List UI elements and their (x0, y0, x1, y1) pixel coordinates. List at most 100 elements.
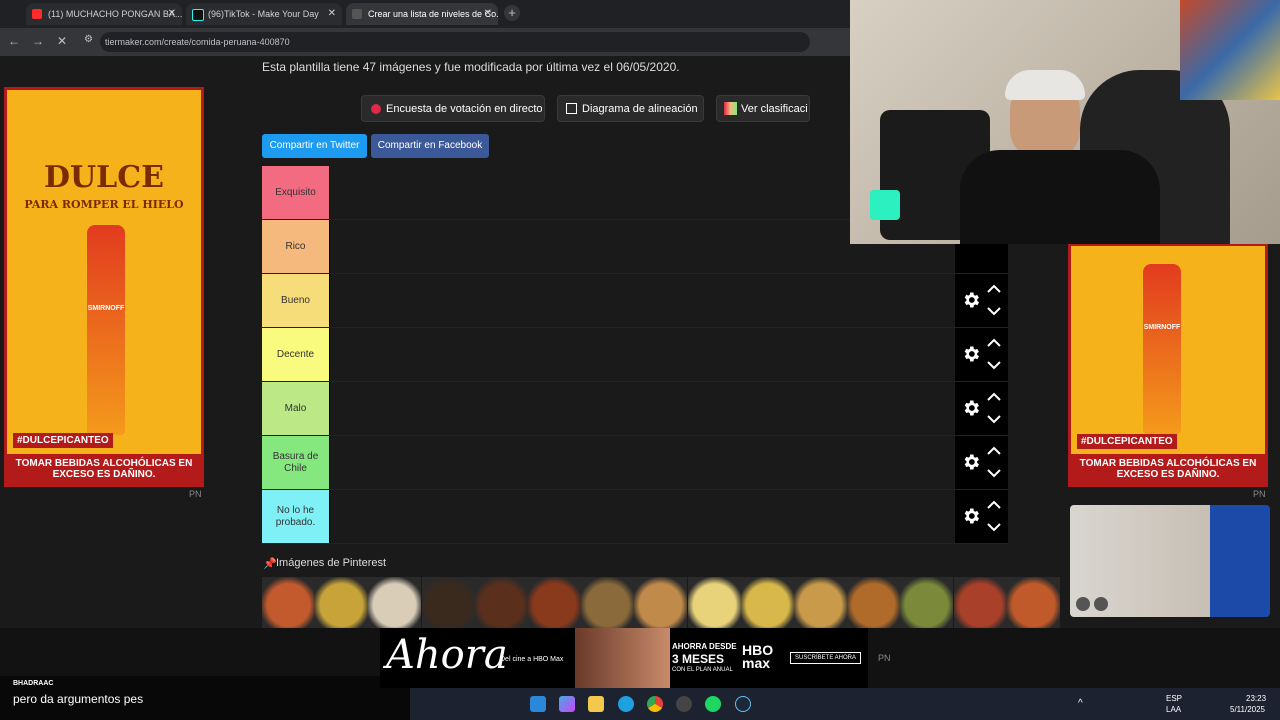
stream-chat: BHADRAAC pero da argumentos pes (0, 676, 420, 720)
ad-subheadline: PARA ROMPER EL HIELO (24, 198, 184, 211)
pinterest-image[interactable] (900, 577, 954, 628)
share-twitter-button[interactable]: Compartir en Twitter (262, 134, 367, 158)
pause-icon[interactable] (1076, 597, 1090, 611)
back-icon[interactable]: ← (8, 34, 20, 48)
gear-icon[interactable] (961, 452, 981, 472)
pinterest-image[interactable] (1006, 577, 1060, 628)
cap-image (1005, 70, 1085, 100)
ad-line1: Del cine a HBO Max (500, 656, 564, 663)
view-rankings-button[interactable]: Ver clasificaci (716, 95, 810, 122)
template-info: Esta plantilla tiene 47 imágenes y fue m… (262, 60, 680, 74)
copilot-icon[interactable] (559, 696, 575, 712)
alignment-chart-button[interactable]: Diagrama de alineación (557, 95, 704, 122)
ad-model-image (575, 628, 670, 688)
pinterest-image[interactable] (847, 577, 901, 628)
tier-label[interactable]: Decente (262, 328, 329, 381)
gear-icon[interactable] (961, 344, 981, 364)
obs-icon[interactable] (676, 696, 692, 712)
shirt-image (960, 150, 1160, 244)
tab-title: (11) MUCHACHO PONGAN BA... (48, 9, 182, 19)
chevron-down-icon[interactable] (987, 414, 1001, 424)
ad-banner-left[interactable]: DULCE PARA ROMPER EL HIELO SMIRNOFF #DUL… (4, 87, 204, 487)
lang2[interactable]: LAA (1166, 705, 1181, 714)
ad-banner-right[interactable]: SMIRNOFF #DULCEPICANTEO TOMAR BEBIDAS AL… (1068, 243, 1268, 487)
close-icon[interactable]: ✕ (168, 3, 176, 25)
spotify-icon[interactable] (705, 696, 721, 712)
site-info-icon[interactable]: ⚙ (84, 34, 93, 45)
stop-icon[interactable]: ✕ (57, 34, 67, 48)
webcam-overlay (850, 0, 1280, 244)
pinterest-image[interactable] (262, 577, 315, 628)
chevron-down-icon[interactable] (987, 468, 1001, 478)
clock-date[interactable]: 5/11/2025 (1230, 705, 1265, 714)
video-ad[interactable] (1070, 505, 1270, 617)
chevron-up-icon[interactable] (987, 500, 1001, 510)
tier-drop-area[interactable] (330, 436, 955, 489)
pinterest-image[interactable] (953, 577, 1007, 628)
pinterest-image[interactable] (368, 577, 422, 628)
edge-icon[interactable] (618, 696, 634, 712)
chevron-down-icon[interactable] (987, 306, 1001, 316)
pinterest-image[interactable] (421, 577, 475, 628)
pinterest-image[interactable] (687, 577, 741, 628)
chevron-up-icon[interactable] (987, 338, 1001, 348)
pinterest-image[interactable] (794, 577, 847, 628)
pin-icon: 📌 (263, 558, 277, 570)
tier-label[interactable]: Rico (262, 220, 329, 273)
pinterest-image[interactable] (474, 577, 528, 628)
chevron-down-icon[interactable] (987, 360, 1001, 370)
view-rankings-label: Ver clasificaci (741, 103, 808, 115)
tier-drop-area[interactable] (330, 490, 955, 543)
tab-tiermaker[interactable]: Crear una lista de niveles de Co... ✕ (346, 3, 498, 25)
live-vote-button[interactable]: Encuesta de votación en directo (361, 95, 545, 122)
live-vote-label: Encuesta de votación en directo (386, 103, 543, 115)
tier-row: Basura de Chile (262, 436, 1008, 490)
gear-icon[interactable] (961, 506, 981, 526)
green-light (870, 190, 900, 220)
close-icon[interactable]: ✕ (484, 3, 492, 25)
chrome-icon[interactable] (647, 696, 663, 712)
rankings-icon (724, 102, 737, 115)
chevron-up-icon[interactable] (987, 392, 1001, 402)
share-facebook-button[interactable]: Compartir en Facebook (371, 134, 489, 158)
pinterest-image[interactable] (528, 577, 581, 628)
pinterest-image[interactable] (581, 577, 635, 628)
ad-banner-bottom[interactable]: Ahora Del cine a HBO Max AHORRA DESDE 3 … (380, 628, 868, 688)
tier-label[interactable]: Bueno (262, 274, 329, 327)
pinterest-image[interactable] (634, 577, 688, 628)
tier-row: Bueno (262, 274, 1008, 328)
tier-label[interactable]: Exquisito (262, 166, 329, 219)
windows-start-icon[interactable] (530, 696, 546, 712)
tier-label[interactable]: Malo (262, 382, 329, 435)
tier-drop-area[interactable] (330, 382, 955, 435)
url-field[interactable]: tiermaker.com/create/comida-peruana-4008… (100, 32, 810, 52)
new-tab-button[interactable]: + (504, 5, 520, 21)
gear-icon[interactable] (961, 290, 981, 310)
clock-time[interactable]: 23:23 (1246, 694, 1266, 703)
chevron-up-icon[interactable] (987, 446, 1001, 456)
tier-drop-area[interactable] (330, 274, 955, 327)
lang1[interactable]: ESP (1166, 694, 1182, 703)
pinterest-label: Imágenes de Pinterest (276, 557, 387, 569)
chevron-up-icon[interactable] (987, 284, 1001, 294)
tiermaker-icon (352, 9, 362, 19)
steam-icon[interactable] (735, 696, 751, 712)
tab-youtube[interactable]: (11) MUCHACHO PONGAN BA... ✕ (26, 3, 182, 25)
file-explorer-icon[interactable] (588, 696, 604, 712)
volume-icon[interactable] (1094, 597, 1108, 611)
subscribe-button[interactable]: SUSCRÍBETE AHORA (790, 652, 862, 664)
pinterest-image[interactable] (740, 577, 794, 628)
tray-chevron-icon[interactable]: ^ (1078, 698, 1083, 709)
close-icon[interactable]: ✕ (328, 3, 336, 25)
tab-tiktok[interactable]: (96)TikTok - Make Your Day ✕ (186, 3, 342, 25)
ad-pn: PN (878, 653, 891, 663)
tier-row: Malo (262, 382, 1008, 436)
tier-label[interactable]: No lo he probado. (262, 490, 329, 543)
tier-label[interactable]: Basura de Chile (262, 436, 329, 489)
pinterest-image[interactable] (315, 577, 369, 628)
gear-icon[interactable] (961, 398, 981, 418)
tab-bar: (11) MUCHACHO PONGAN BA... ✕ (96)TikTok … (0, 0, 850, 28)
forward-icon[interactable]: → (32, 34, 44, 48)
chevron-down-icon[interactable] (987, 522, 1001, 532)
tier-drop-area[interactable] (330, 328, 955, 381)
